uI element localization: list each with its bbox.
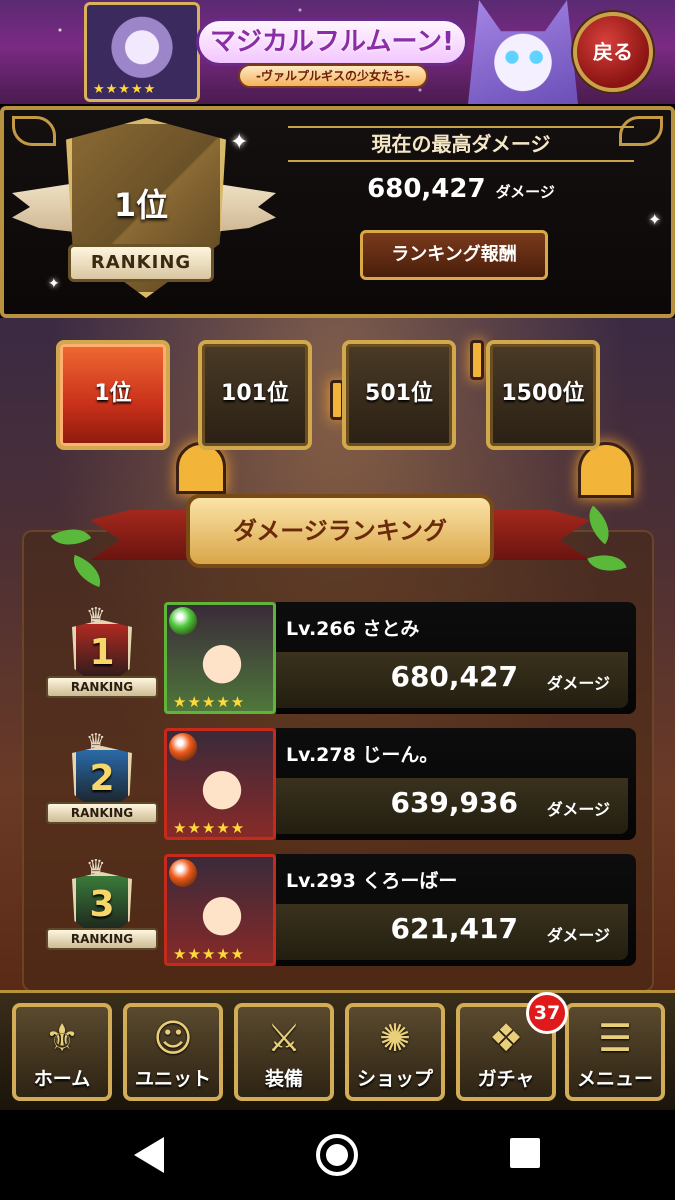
- nav-unit-button[interactable]: ☺ ユニット: [123, 1003, 223, 1101]
- system-nav-bar: [0, 1110, 675, 1200]
- ranking-ribbon: RANKING: [68, 244, 214, 282]
- unit-face: [189, 879, 255, 941]
- tier-label: 1位: [94, 381, 132, 406]
- row-info: Lv.278 じーん。 639,936 ダメージ: [276, 728, 636, 840]
- system-back-icon[interactable]: [134, 1137, 164, 1173]
- mascot-character-image: [468, 0, 578, 104]
- nav-label: メニュー: [576, 1068, 653, 1090]
- sparkle-icon: ✦: [230, 130, 249, 155]
- shop-emblem-icon: ✺: [379, 1016, 411, 1060]
- tier-label: 1500位: [501, 381, 585, 406]
- ranking-reward-button[interactable]: ランキング報酬: [360, 230, 548, 280]
- tier-tab-1[interactable]: 1位: [56, 340, 170, 450]
- unit-silhouette-icon: ☺: [153, 1016, 193, 1060]
- my-rank-panel: 1位 RANKING ✦ ✦ ✦ 現在の最高ダメージ 680,427 ダメージ ラ…: [0, 106, 675, 318]
- gacha-cards-icon: ❖: [488, 1016, 524, 1060]
- menu-list-icon: ☰: [597, 1016, 633, 1060]
- leader-unit-portrait[interactable]: ★★★★★: [164, 854, 276, 966]
- best-damage-score: 680,427 ダメージ: [288, 174, 634, 204]
- leader-unit-portrait[interactable]: ★★★★★: [164, 728, 276, 840]
- rank-badge: ♛ 2 RANKING: [46, 730, 158, 832]
- nav-label: ショップ: [356, 1068, 433, 1090]
- event-banner: ★★★★★ マジカルフルムーン! -ヴァルプルギスの少女たち- 戻る: [0, 0, 675, 104]
- rank-badge-label: RANKING: [46, 802, 158, 824]
- rank-badge: ♛ 1 RANKING: [46, 604, 158, 706]
- damage-unit: ダメージ: [546, 926, 610, 945]
- event-subtitle: -ヴァルプルギスの少女たち-: [238, 64, 428, 88]
- sparkle-icon: ✦: [648, 210, 662, 229]
- ranking-row[interactable]: ♛ 2 RANKING ★★★★★ Lv.278 じーん。 639,936 ダメ…: [24, 728, 636, 844]
- best-damage-value: 680,427: [367, 174, 486, 204]
- tier-tab-101[interactable]: 101位: [198, 340, 312, 450]
- best-damage-unit: ダメージ: [495, 183, 555, 201]
- fleur-de-lis-icon: ⚜: [44, 1016, 80, 1060]
- corner-ornament-icon: [12, 116, 56, 146]
- rank-badge: ♛ 3 RANKING: [46, 856, 158, 958]
- nav-home-button[interactable]: ⚜ ホーム: [12, 1003, 112, 1101]
- nav-label: 装備: [264, 1068, 303, 1090]
- damage-score: 621,417: [390, 912, 518, 945]
- nav-label: ガチャ: [477, 1068, 535, 1090]
- ranking-row[interactable]: ♛ 3 RANKING ★★★★★ Lv.293 くろーばー 621,417 ダ…: [24, 854, 636, 970]
- my-rank-value: 1位: [113, 186, 169, 224]
- system-recents-icon[interactable]: [510, 1138, 540, 1168]
- row-info: Lv.293 くろーばー 621,417 ダメージ: [276, 854, 636, 966]
- tier-label: 501位: [365, 381, 433, 406]
- unit-stars: ★★★★★: [173, 945, 246, 963]
- lantern: [470, 340, 484, 380]
- row-info: Lv.266 さとみ 680,427 ダメージ: [276, 602, 636, 714]
- player-name: Lv.266 さとみ: [286, 618, 420, 640]
- rank-badge-label: RANKING: [46, 676, 158, 698]
- nav-shop-button[interactable]: ✺ ショップ: [345, 1003, 445, 1101]
- damage-score: 639,936: [390, 786, 518, 819]
- best-damage-title: 現在の最高ダメージ: [288, 126, 634, 162]
- unit-stars: ★★★★★: [173, 819, 246, 837]
- damage-unit: ダメージ: [546, 674, 610, 693]
- nav-label: ユニット: [134, 1068, 211, 1090]
- damage-score: 680,427: [390, 660, 518, 693]
- tier-label: 101位: [221, 381, 289, 406]
- player-name: Lv.293 くろーばー: [286, 870, 458, 892]
- sparkle-icon: ✦: [48, 276, 60, 292]
- fire-element-icon: [169, 859, 197, 887]
- nav-equipment-button[interactable]: ⚔ 装備: [234, 1003, 334, 1101]
- unit-stars: ★★★★★: [173, 693, 246, 711]
- damage-unit: ダメージ: [546, 800, 610, 819]
- event-title: マジカルフルムーン!: [196, 18, 468, 66]
- system-home-icon[interactable]: [316, 1134, 358, 1176]
- portrait-stars: ★★★★★: [93, 82, 157, 97]
- unit-face: [189, 753, 255, 815]
- player-name: Lv.278 じーん。: [286, 744, 439, 766]
- nav-label: ホーム: [33, 1068, 91, 1090]
- unit-face: [189, 627, 255, 689]
- leader-unit-portrait[interactable]: ★★★★★: [164, 602, 276, 714]
- ranking-row[interactable]: ♛ 1 RANKING ★★★★★ Lv.266 さとみ 680,427 ダメー…: [24, 602, 636, 718]
- tier-tab-501[interactable]: 501位: [342, 340, 456, 450]
- rank-badge-label: RANKING: [46, 928, 158, 950]
- featured-unit-portrait: ★★★★★: [84, 2, 200, 102]
- nav-menu-button[interactable]: ☰ メニュー: [565, 1003, 665, 1101]
- gacha-notification-badge: 37: [526, 992, 568, 1034]
- ranking-title-banner: ダメージランキング: [90, 488, 590, 580]
- crossed-swords-icon: ⚔: [266, 1016, 302, 1060]
- fire-element-icon: [169, 733, 197, 761]
- ranking-title: ダメージランキング: [186, 494, 494, 568]
- bottom-nav-bar: ⚜ ホーム ☺ ユニット ⚔ 装備 ✺ ショップ ❖ ガチャ ☰ メニュー: [0, 990, 675, 1110]
- back-button[interactable]: 戻る: [573, 12, 653, 92]
- tier-tab-1500[interactable]: 1500位: [486, 340, 600, 450]
- wind-element-icon: [169, 607, 197, 635]
